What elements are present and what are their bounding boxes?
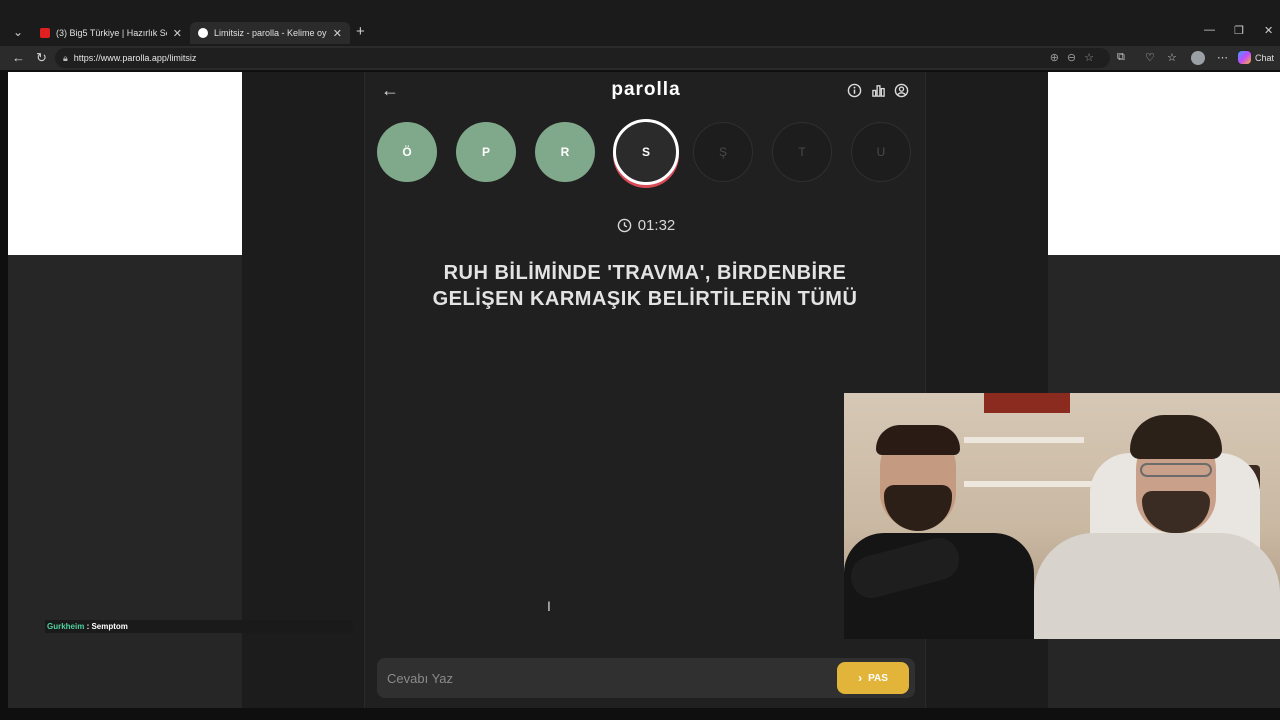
clock-icon bbox=[617, 218, 632, 233]
question-text: RUH BİLİMİNDE 'TRAVMA', BİRDENBİRE GELİŞ… bbox=[432, 262, 858, 310]
browser-tab-parolla[interactable]: Limitsiz - parolla - Kelime oyunu ✕ bbox=[190, 22, 350, 44]
favorites-icon[interactable]: ☆ bbox=[1167, 51, 1177, 64]
new-tab-icon[interactable]: + bbox=[356, 23, 365, 40]
webcam-overlay bbox=[844, 393, 1280, 639]
tab-title: Limitsiz - parolla - Kelime oyunu bbox=[214, 28, 327, 38]
parolla-game: ← parolla Ö P R S Ş T U 01:32 RUH BİLİMİ… bbox=[364, 72, 926, 708]
copilot-chat-button[interactable]: Chat bbox=[1238, 51, 1274, 64]
pass-button[interactable]: › PAS bbox=[837, 662, 909, 694]
copilot-icon bbox=[1238, 51, 1251, 64]
minimize-icon[interactable]: — bbox=[1204, 24, 1215, 36]
text-cursor-icon: I bbox=[547, 598, 551, 614]
side-gutter-left bbox=[242, 72, 364, 708]
glasses bbox=[1140, 463, 1212, 477]
profile-avatar[interactable] bbox=[1191, 51, 1205, 65]
browser-essentials-icon[interactable]: ♡ bbox=[1145, 51, 1155, 64]
extensions-icon[interactable]: ⧉ bbox=[1117, 51, 1125, 64]
streamer-right-hair bbox=[1130, 415, 1222, 459]
countdown-timer: 01:32 bbox=[365, 217, 927, 234]
reload-icon[interactable]: ↻ bbox=[36, 50, 47, 66]
parolla-favicon-icon bbox=[198, 28, 208, 38]
chat-message-text: Semptom bbox=[91, 622, 128, 631]
address-toolbar: ← ↻ 🔒︎ https://www.parolla.app/limitsiz … bbox=[0, 46, 1280, 70]
stats-icon[interactable] bbox=[871, 83, 886, 98]
ad-slot-left bbox=[8, 72, 242, 255]
answer-bar: › PAS bbox=[377, 658, 915, 698]
app-logo: parolla bbox=[611, 79, 681, 100]
wall-poster bbox=[984, 393, 1070, 413]
browser-tab-bar: ⌄ (3) Big5 Türkiye | Hazırlık Sezonu ✕ L… bbox=[0, 0, 1280, 46]
more-menu-icon[interactable]: ⋯ bbox=[1217, 51, 1228, 64]
restore-icon[interactable]: ❐ bbox=[1234, 24, 1244, 37]
stream-chat-message: Gurkheim : Semptom bbox=[45, 620, 353, 633]
info-icon[interactable] bbox=[847, 83, 862, 98]
letter-circle: R bbox=[535, 122, 595, 182]
answer-input[interactable] bbox=[387, 668, 817, 688]
streamer-right-body bbox=[1034, 533, 1280, 639]
url-bar[interactable]: 🔒︎ https://www.parolla.app/limitsiz ⊕⊖☆ bbox=[55, 48, 1110, 68]
chat-username: Gurkheim bbox=[47, 622, 85, 631]
wall-shelf bbox=[964, 437, 1084, 443]
pass-label: PAS bbox=[868, 672, 888, 684]
streamer-left-hair bbox=[876, 425, 960, 455]
tab-title: (3) Big5 Türkiye | Hazırlık Sezonu bbox=[56, 28, 167, 38]
user-profile-icon[interactable] bbox=[894, 83, 909, 98]
wall-shelf bbox=[964, 481, 1094, 487]
window-close-icon[interactable]: ✕ bbox=[1264, 24, 1273, 37]
chat-label: Chat bbox=[1255, 52, 1275, 63]
url-text: https://www.parolla.app/limitsiz bbox=[73, 53, 197, 63]
chevron-right-icon: › bbox=[858, 671, 863, 685]
letter-circle: U bbox=[851, 122, 911, 182]
letter-circle: Ö bbox=[377, 122, 437, 182]
back-icon[interactable]: ← bbox=[12, 50, 25, 65]
tab-list-chevron-icon[interactable]: ⌄ bbox=[8, 22, 28, 42]
tab-close-icon[interactable]: ✕ bbox=[333, 27, 342, 40]
youtube-favicon-icon bbox=[40, 28, 50, 38]
browser-tab-youtube[interactable]: (3) Big5 Türkiye | Hazırlık Sezonu ✕ bbox=[32, 22, 190, 44]
ad-slot-right bbox=[1048, 72, 1280, 255]
letter-circle: Ş bbox=[693, 122, 753, 182]
lock-icon: 🔒︎ bbox=[63, 52, 68, 63]
letter-circle: P bbox=[456, 122, 516, 182]
letter-circle-active: S bbox=[613, 119, 679, 185]
letter-circle: T bbox=[772, 122, 832, 182]
timer-value: 01:32 bbox=[637, 217, 676, 234]
tab-close-icon[interactable]: ✕ bbox=[173, 27, 182, 40]
url-action-icons[interactable]: ⊕⊖☆ bbox=[1050, 51, 1102, 64]
